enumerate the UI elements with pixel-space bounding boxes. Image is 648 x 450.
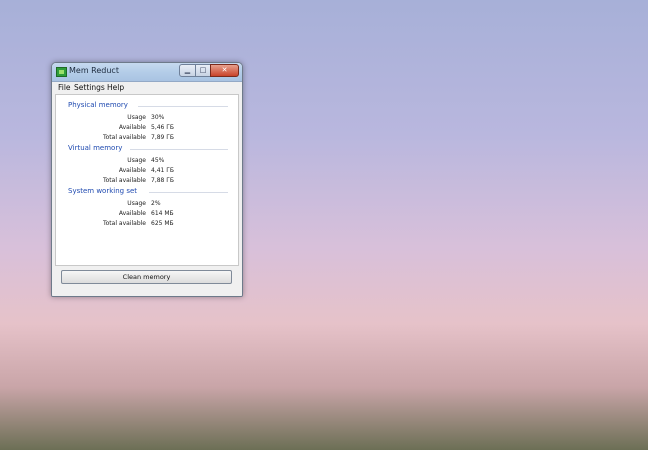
section-title-virtual: Virtual memory [68,144,123,152]
physical-usage-value: 30% [151,114,165,121]
working-set-usage-value: 2% [151,200,161,207]
working-set-available-value: 614 МБ [151,210,174,217]
window-title: Mem Reduct [69,66,119,75]
row-label: Usage [127,157,146,164]
section-divider [130,149,228,150]
virtual-available-value: 4,41 ГБ [151,167,175,174]
row-label: Total available [102,177,146,184]
menu-bar: File Settings Help [52,82,242,93]
menu-settings[interactable]: Settings [74,82,105,93]
section-divider [138,106,228,107]
clean-memory-button[interactable]: Clean memory [61,270,232,284]
title-bar[interactable]: Mem Reduct ▁ □ ✕ [52,63,242,82]
close-button[interactable]: ✕ [210,64,239,77]
minimize-button[interactable]: ▁ [179,64,196,77]
row-label: Usage [127,114,146,121]
row-label: Available [118,210,146,217]
menu-help[interactable]: Help [107,82,124,93]
section-divider [149,192,228,193]
working-set-total-value: 625 МБ [151,220,174,227]
row-label: Total available [102,134,146,141]
memory-info-panel: Physical memory Usage 30% Available 5,46… [55,94,239,266]
row-label: Available [118,167,146,174]
section-title-working-set: System working set [68,187,138,195]
virtual-usage-value: 45% [151,157,165,164]
row-label: Available [118,124,146,131]
physical-available-value: 5,46 ГБ [151,124,175,131]
maximize-button[interactable]: □ [195,64,211,77]
app-icon [56,67,67,77]
row-label: Total available [102,220,146,227]
menu-file[interactable]: File [58,82,71,93]
virtual-total-value: 7,88 ГБ [151,177,175,184]
status-bar [52,288,242,296]
mem-reduct-window: Mem Reduct ▁ □ ✕ File Settings Help Phys… [51,62,243,297]
section-title-physical: Physical memory [68,101,128,109]
physical-total-value: 7,89 ГБ [151,134,175,141]
row-label: Usage [127,200,146,207]
